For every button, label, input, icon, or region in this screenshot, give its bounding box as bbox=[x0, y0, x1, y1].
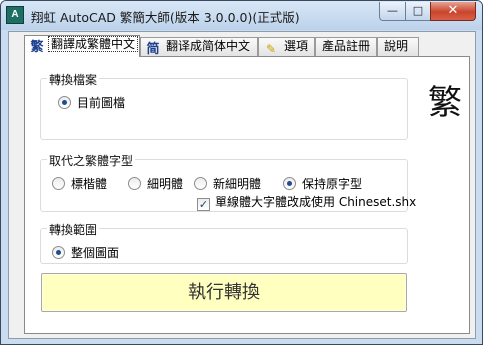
radio-circle bbox=[128, 177, 141, 190]
radio-circle bbox=[52, 177, 65, 190]
tab-options[interactable]: ✎ 選項 bbox=[258, 37, 315, 56]
checkbox-checked: ✓ bbox=[197, 198, 210, 211]
tab-registration-label: 產品註冊 bbox=[322, 39, 371, 53]
radio-circle bbox=[194, 177, 207, 190]
tab-traditional-label: 翻譯成繁體中文 bbox=[48, 36, 139, 52]
tab-simplified[interactable]: 简翻译成简体中文 bbox=[140, 37, 258, 57]
close-button[interactable]: ✕ bbox=[430, 2, 476, 21]
radio-circle-checked bbox=[58, 96, 71, 109]
radio-new-mingti-label: 新細明體 bbox=[213, 177, 262, 191]
convert-file-label: 轉換檔案 bbox=[47, 71, 100, 88]
traditional-tab-icon: 繁 bbox=[30, 40, 44, 55]
minimize-button[interactable]: — bbox=[379, 2, 406, 21]
checkbox-chineset-label: 單線體大字體改成使用 Chineset.shx bbox=[215, 195, 417, 209]
radio-mingti-label: 細明體 bbox=[147, 177, 184, 191]
radio-kaiti-label: 標楷體 bbox=[71, 177, 108, 191]
radio-whole-drawing-label: 整個圖面 bbox=[71, 246, 120, 260]
pencil-icon: ✎ bbox=[265, 42, 277, 56]
tab-help-label: 說明 bbox=[384, 39, 409, 53]
execute-convert-button[interactable]: 執行轉換 bbox=[41, 273, 407, 312]
radio-keep-font-label: 保持原字型 bbox=[302, 177, 363, 191]
traditional-glyph-icon: 繁 bbox=[428, 83, 462, 123]
radio-kaiti[interactable]: 標楷體 bbox=[52, 175, 107, 192]
convert-range-label: 轉換範圍 bbox=[47, 221, 100, 238]
radio-current-drawing[interactable]: 目前圖檔 bbox=[58, 94, 125, 111]
radio-mingti[interactable]: 細明體 bbox=[128, 175, 183, 192]
maximize-button[interactable]: □ bbox=[405, 2, 431, 21]
tab-options-label: 選項 bbox=[284, 39, 309, 53]
window-title: 翔虹 AutoCAD 繁簡大師(版本 3.0.0.0)(正式版) bbox=[31, 10, 300, 25]
tab-registration[interactable]: 產品註冊 bbox=[315, 37, 377, 56]
tab-simplified-label: 翻译成简体中文 bbox=[166, 39, 251, 53]
tab-traditional[interactable]: 繁翻譯成繁體中文 bbox=[24, 35, 140, 57]
radio-current-drawing-label: 目前圖檔 bbox=[77, 96, 126, 110]
radio-new-mingti[interactable]: 新細明體 bbox=[194, 175, 261, 192]
radio-circle-checked bbox=[52, 246, 65, 259]
replace-font-label: 取代之繁體字型 bbox=[47, 152, 136, 169]
radio-whole-drawing[interactable]: 整個圖面 bbox=[52, 244, 119, 261]
checkbox-chineset[interactable]: ✓ 單線體大字體改成使用 Chineset.shx bbox=[197, 193, 416, 211]
radio-circle-checked bbox=[283, 177, 296, 190]
radio-keep-font[interactable]: 保持原字型 bbox=[283, 175, 362, 192]
tab-help[interactable]: 說明 bbox=[377, 37, 419, 56]
app-icon[interactable]: A bbox=[6, 6, 24, 24]
title-bar[interactable]: A 翔虹 AutoCAD 繁簡大師(版本 3.0.0.0)(正式版) — □ ✕ bbox=[1, 1, 482, 30]
